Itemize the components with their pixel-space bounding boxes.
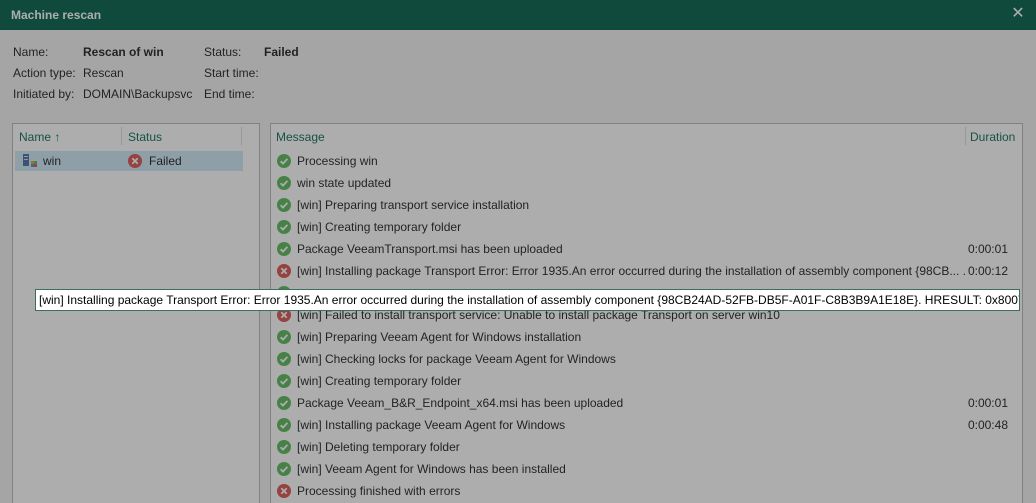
message-text: win state updated [297, 176, 392, 190]
start-time-label: Start time: [204, 66, 259, 80]
column-header-status[interactable]: Status [128, 130, 162, 144]
machine-status: Failed [149, 154, 182, 168]
end-time-label: End time: [204, 87, 255, 101]
table-row[interactable]: win Failed [15, 151, 243, 171]
title-bar: Machine rescan ✕ [0, 0, 1036, 30]
duration-text: 0:00:01 [967, 396, 1008, 410]
success-icon [277, 176, 291, 190]
success-icon [277, 396, 291, 410]
window-title: Machine rescan [11, 8, 102, 22]
table-row[interactable]: [win] Creating temporary folder [271, 217, 1022, 239]
name-value: Rescan of win [83, 45, 164, 59]
machine-name: win [43, 154, 62, 168]
message-text: Processing win [297, 154, 378, 168]
table-row[interactable]: Package VeeamTransport.msi has been uplo… [271, 239, 1022, 261]
column-header-duration[interactable]: Duration [970, 130, 1015, 144]
table-row[interactable]: [win] Checking locks for package Veeam A… [271, 349, 1022, 371]
message-text: [win] Installing package Veeam Agent for… [297, 418, 566, 432]
table-row[interactable]: Processing finished with errors [271, 481, 1022, 503]
error-icon [128, 154, 142, 168]
success-icon [277, 154, 291, 168]
message-text: [win] Checking locks for package Veeam A… [297, 352, 616, 366]
success-icon [277, 220, 291, 234]
action-type-value: Rescan [83, 66, 124, 80]
message-text: Package Veeam_B&R_Endpoint_x64.msi has b… [297, 396, 624, 410]
log-messages-list: Message Duration Processing win win state… [270, 123, 1023, 503]
column-divider[interactable] [965, 127, 966, 145]
initiated-by-value: DOMAIN\Backupsvc [83, 87, 193, 101]
action-type-label: Action type: [13, 66, 76, 80]
duration-text: 0:00:48 [967, 418, 1008, 432]
name-label: Name: [13, 45, 49, 59]
table-row[interactable]: [win] Creating temporary folder [271, 371, 1022, 393]
status-label: Status: [204, 45, 242, 59]
initiated-by-label: Initiated by: [13, 87, 75, 101]
message-text: [win] Preparing Veeam Agent for Windows … [297, 330, 582, 344]
message-text: [win] Installing package Transport Error… [297, 264, 965, 278]
column-header-message[interactable]: Message [276, 130, 325, 144]
table-row[interactable]: Package Veeam_B&R_Endpoint_x64.msi has b… [271, 393, 1022, 415]
success-icon [277, 418, 291, 432]
status-value: Failed [264, 45, 299, 59]
column-divider[interactable] [121, 127, 122, 145]
table-row[interactable]: [win] Installing package Veeam Agent for… [271, 415, 1022, 437]
table-row[interactable]: Processing win [271, 151, 1022, 173]
duration-text: 0:00:01 [967, 242, 1008, 256]
machines-list: Name ↑ Status win Failed [12, 123, 260, 503]
server-icon [21, 153, 39, 169]
sort-ascending-icon: ↑ [54, 130, 61, 144]
message-text: [win] Creating temporary folder [297, 220, 462, 234]
column-header-name-label: Name [19, 130, 52, 144]
close-icon[interactable]: ✕ [1009, 5, 1027, 23]
success-icon [277, 462, 291, 476]
column-divider[interactable] [241, 127, 242, 145]
message-text: [win] Deleting temporary folder [297, 440, 460, 454]
table-row[interactable]: [win] Preparing Veeam Agent for Windows … [271, 327, 1022, 349]
error-icon [277, 264, 291, 278]
message-text: Package VeeamTransport.msi has been uplo… [297, 242, 563, 256]
table-row[interactable]: [win] Installing package Transport Error… [271, 261, 1022, 283]
table-row[interactable]: [win] Preparing transport service instal… [271, 195, 1022, 217]
success-icon [277, 242, 291, 256]
message-text: [win] Creating temporary folder [297, 374, 462, 388]
error-icon [277, 484, 291, 498]
table-row[interactable]: [win] Deleting temporary folder [271, 437, 1022, 459]
dialog-body: Name: Rescan of win Action type: Rescan … [0, 30, 1036, 503]
success-icon [277, 374, 291, 388]
success-icon [277, 352, 291, 366]
error-tooltip: [win] Installing package Transport Error… [35, 289, 1020, 311]
success-icon [277, 198, 291, 212]
table-row[interactable]: win state updated [271, 173, 1022, 195]
table-row[interactable]: [win] Veeam Agent for Windows has been i… [271, 459, 1022, 481]
message-text: [win] Preparing transport service instal… [297, 198, 530, 212]
message-text: [win] Veeam Agent for Windows has been i… [297, 462, 566, 476]
success-icon [277, 330, 291, 344]
message-text: Processing finished with errors [297, 484, 461, 498]
success-icon [277, 440, 291, 454]
duration-text: 0:00:12 [967, 264, 1008, 278]
column-header-name[interactable]: Name ↑ [19, 130, 60, 144]
